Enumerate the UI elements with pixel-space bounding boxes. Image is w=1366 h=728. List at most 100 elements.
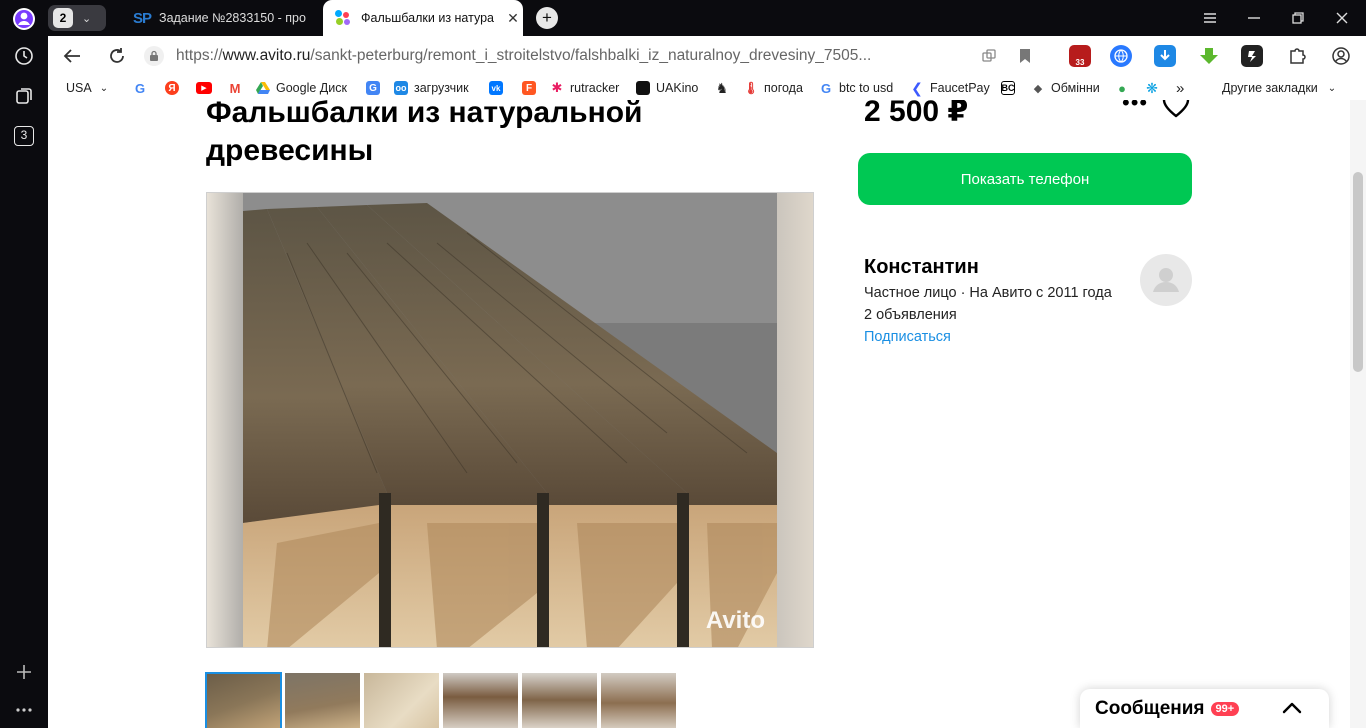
other-bookmarks[interactable]: Другие закладки ⌄ xyxy=(1222,79,1336,97)
rutracker-bookmark[interactable]: ✱ rutracker xyxy=(550,79,619,97)
download-icon[interactable] xyxy=(1154,45,1176,67)
region-label: USA xyxy=(66,81,92,95)
map-pin-icon: ● xyxy=(1115,81,1129,96)
maps-bookmark[interactable]: ● xyxy=(1115,79,1135,97)
back-arrow-icon[interactable] xyxy=(59,43,85,69)
downloader-icon: oo xyxy=(394,81,408,95)
vpn-extension-icon[interactable] xyxy=(1110,45,1132,67)
exchange-bookmark[interactable]: ◆ Обмінни xyxy=(1031,79,1100,97)
gmail-bookmark[interactable]: M xyxy=(228,79,248,97)
downloader-bookmark[interactable]: oo загрузчик xyxy=(394,79,469,97)
chevron-down-icon: ⌄ xyxy=(99,82,109,94)
messages-badge: 99+ xyxy=(1210,701,1240,716)
translate-icon: G xyxy=(366,81,380,95)
thumbnail-2[interactable] xyxy=(285,673,360,728)
bookmark-label: FaucetPay xyxy=(930,81,990,95)
seller-avatar[interactable] xyxy=(1140,254,1192,306)
faucetpay-icon: ❮ xyxy=(910,79,924,96)
tab-task[interactable]: SP Задание №2833150 - про xyxy=(123,0,318,36)
navigation-bar: https:// www.avito.ru /sankt-peterburg/r… xyxy=(48,36,1366,76)
tab-title: Фальшбалки из натура xyxy=(361,11,494,25)
history-icon[interactable] xyxy=(10,42,38,70)
diamond-icon: ◆ xyxy=(1031,81,1045,95)
thumbnail-5[interactable] xyxy=(522,673,597,728)
minimize-icon[interactable] xyxy=(1232,0,1276,36)
tab-strip: 2 ⌄ SP Задание №2833150 - про Фальшбалки… xyxy=(48,0,1366,36)
more-options-icon[interactable]: ••• xyxy=(1122,100,1148,116)
fb-bookmark[interactable]: F xyxy=(522,79,542,97)
copy-link-icon[interactable] xyxy=(978,45,1000,67)
menu-icon[interactable] xyxy=(1188,0,1232,36)
thumbnail-6[interactable] xyxy=(601,673,676,728)
tabs-count-button[interactable]: 3 xyxy=(10,122,38,150)
seller-ads-count[interactable]: 2 объявления xyxy=(864,307,957,323)
walmart-bookmark[interactable]: ❋ xyxy=(1145,79,1165,97)
favorite-heart-icon[interactable] xyxy=(1162,100,1192,122)
bookmarks-bar: USA ⌄ G Я ▶ M Google Диск G oo загрузчик… xyxy=(48,76,1366,100)
chevron-up-icon[interactable] xyxy=(1281,697,1303,719)
show-phone-button[interactable]: Показать телефон xyxy=(858,153,1192,205)
translate-bookmark[interactable]: G xyxy=(366,79,386,97)
listing-page: Фальшбалки из натуральной древесины 2 50… xyxy=(48,100,1350,728)
uakino-bookmark[interactable]: UAKino xyxy=(636,79,698,97)
bookmark-label: rutracker xyxy=(570,81,620,95)
google-bookmark[interactable]: G xyxy=(133,79,153,97)
close-window-icon[interactable] xyxy=(1320,0,1364,36)
tab-avito[interactable]: Фальшбалки из натура ✕ xyxy=(323,0,523,36)
seller-info: Частное лицо · На Авито с 2011 года xyxy=(864,285,1112,301)
profile-icon[interactable] xyxy=(10,5,38,33)
new-tab-button[interactable]: + xyxy=(536,7,558,29)
other-bookmarks-label: Другие закладки xyxy=(1222,81,1318,95)
browser-window: 3 2 ⌄ SP Задание №2833150 - про Фальшбал… xyxy=(0,0,1366,728)
url-scheme: https:// xyxy=(176,47,223,64)
more-icon[interactable] xyxy=(10,696,38,724)
thumbnail-4[interactable] xyxy=(443,673,518,728)
tab-title: Задание №2833150 - про xyxy=(159,11,306,25)
savefrom-extension-icon[interactable] xyxy=(1198,45,1220,67)
chevron-down-icon: ⌄ xyxy=(82,12,92,25)
share-extension-icon[interactable] xyxy=(1241,45,1263,67)
yandex-bookmark[interactable]: Я xyxy=(165,79,185,97)
extensions-puzzle-icon[interactable] xyxy=(1286,45,1308,67)
google-icon: G xyxy=(133,80,147,96)
profile-extension-icon[interactable] xyxy=(1330,45,1352,67)
google-drive-bookmark[interactable]: Google Диск xyxy=(256,79,347,97)
seller-name[interactable]: Константин xyxy=(864,256,979,279)
bookmark-icon[interactable] xyxy=(1014,45,1036,67)
page-scrollbar[interactable] xyxy=(1350,100,1366,728)
thumbnail-1[interactable] xyxy=(205,672,282,728)
listing-price: 2 500 ₽ xyxy=(864,100,969,128)
youtube-bookmark[interactable]: ▶ xyxy=(196,79,218,97)
thumbnail-3[interactable] xyxy=(364,673,439,728)
rutracker-icon: ✱ xyxy=(550,80,564,95)
main-listing-photo[interactable]: Avito xyxy=(206,192,814,648)
address-bar[interactable]: https:// www.avito.ru /sankt-peterburg/r… xyxy=(144,43,904,69)
listing-title: Фальшбалки из натуральной древесины xyxy=(206,100,643,167)
url-host: www.avito.ru xyxy=(222,47,311,64)
bc-bookmark[interactable]: BC xyxy=(1001,79,1021,97)
mail-extension-icon[interactable]: 33 xyxy=(1069,45,1091,67)
reload-icon[interactable] xyxy=(104,43,130,69)
bookmark-label: Google Диск xyxy=(276,81,347,95)
messages-widget[interactable]: Сообщения 99+ xyxy=(1080,689,1329,728)
btc-bookmark[interactable]: G btc to usd xyxy=(819,79,893,97)
scrollbar-thumb[interactable] xyxy=(1353,172,1363,372)
faucetpay-bookmark[interactable]: ❮ FaucetPay xyxy=(910,79,990,97)
add-panel-icon[interactable] xyxy=(10,658,38,686)
tab-group-count: 2 xyxy=(53,8,73,28)
collections-icon[interactable] xyxy=(10,82,38,110)
tab-group-button[interactable]: 2 ⌄ xyxy=(48,5,106,31)
vk-bookmark[interactable]: vk xyxy=(489,79,509,97)
bookmark-label: Обмінни xyxy=(1051,81,1100,95)
subscribe-link[interactable]: Подписаться xyxy=(864,329,951,345)
close-icon[interactable]: ✕ xyxy=(503,10,523,27)
weather-bookmark[interactable]: 🌡 погода xyxy=(743,79,803,97)
bookmark-label: UAKino xyxy=(656,81,699,95)
bookmarks-overflow-icon[interactable]: » xyxy=(1176,79,1184,97)
google-drive-icon xyxy=(256,81,270,95)
restore-icon[interactable] xyxy=(1276,0,1320,36)
lock-icon[interactable] xyxy=(144,46,164,66)
region-selector[interactable]: USA ⌄ xyxy=(66,79,108,97)
spark-icon: ❋ xyxy=(1145,79,1159,96)
chess-bookmark[interactable]: ♞ xyxy=(715,79,735,97)
